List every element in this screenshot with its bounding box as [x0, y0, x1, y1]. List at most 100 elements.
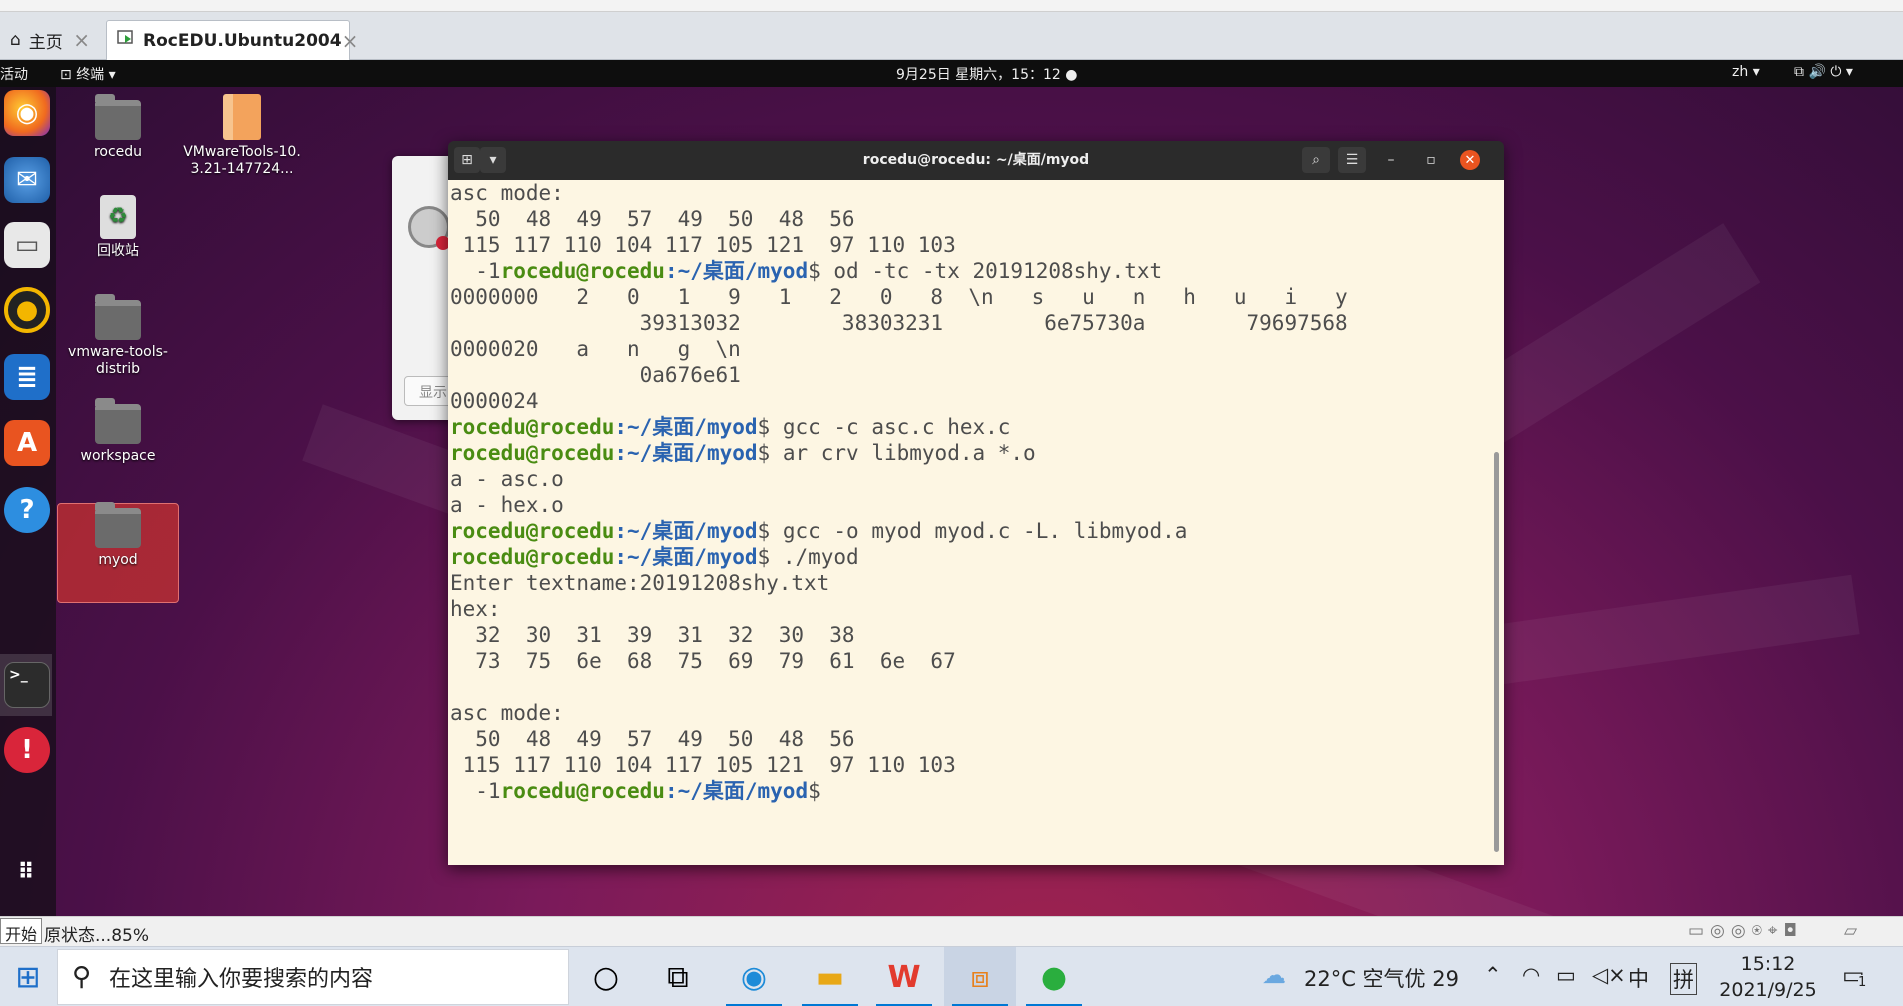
tab-home[interactable]: ⌂ 主页 ×: [0, 20, 100, 60]
system-menu[interactable]: ⧉ 🔊 ⏻ ▾: [1794, 64, 1853, 80]
terminal-output[interactable]: asc mode: 50 48 49 57 49 50 48 56 115 11…: [448, 180, 1504, 865]
firefox-icon[interactable]: ◉: [4, 90, 50, 136]
terminal-lines: asc mode: 50 48 49 57 49 50 48 56 115 11…: [450, 180, 1348, 804]
terminal-line: 115 117 110 104 117 105 121 97 110 103: [450, 753, 956, 777]
terminal-icon[interactable]: >_: [4, 662, 50, 708]
input-method-menu[interactable]: zh ▾: [1732, 64, 1760, 80]
hamburger-menu-button[interactable]: ☰: [1338, 147, 1366, 173]
terminal-line: 50 48 49 57 49 50 48 56: [450, 727, 855, 751]
message-icon[interactable]: ▱: [1844, 921, 1857, 941]
search-icon: ⌕: [1312, 152, 1320, 168]
dropdown-icon: ▾: [108, 67, 116, 83]
task-view-button[interactable]: ⧉: [642, 947, 714, 1006]
clock[interactable]: 9月25日 星期六，15：12 ●: [896, 64, 1077, 84]
search-button[interactable]: ⌕: [1302, 147, 1330, 173]
tab-home-label: 主页: [28, 32, 63, 53]
dropdown-icon: ▾: [1845, 64, 1853, 80]
battery-icon[interactable]: ▭: [1556, 963, 1576, 987]
terminal-scrollbar[interactable]: [1494, 452, 1499, 852]
clock-time: 15:12: [1740, 953, 1796, 975]
search-placeholder: 在这里输入你要搜索的内容: [109, 967, 374, 992]
terminal-line: 0000024: [450, 389, 539, 413]
prompt-path: :~/桌面/myod: [614, 519, 758, 543]
terminal-line: a - asc.o: [450, 467, 564, 491]
terminal-line: rocedu@rocedu:~/桌面/myod$ gcc -o myod myo…: [450, 518, 1348, 544]
taskbar-clock[interactable]: 15:12 2021/9/25: [1708, 951, 1828, 1003]
taskbar-search-box[interactable]: ⚲ 在这里输入你要搜索的内容: [57, 949, 569, 1005]
cortana-button[interactable]: ○: [570, 947, 642, 1006]
weather-cloud-icon[interactable]: ☁: [1262, 961, 1286, 989]
start-tooltip: 开始: [0, 918, 43, 944]
minimize-button[interactable]: –: [1378, 147, 1404, 173]
close-icon[interactable]: ×: [342, 29, 359, 53]
volume-muted-icon[interactable]: ◁×: [1592, 963, 1626, 987]
app-grid-icon[interactable]: ⠿: [4, 849, 50, 895]
terminal-small-icon: ⊡: [60, 67, 72, 83]
notification-dot-icon: ●: [1065, 67, 1078, 83]
line-prefix: -1: [450, 779, 501, 803]
home-icon: ⌂: [10, 30, 21, 50]
wifi-icon[interactable]: ◠: [1522, 963, 1540, 987]
taskbar-wechat[interactable]: ●: [1018, 947, 1090, 1006]
desktop-icon-label: workspace: [80, 448, 156, 464]
prompt-user: rocedu@rocedu: [450, 415, 615, 439]
desktop-icon-workspace[interactable]: workspace: [58, 398, 178, 465]
desktop-icon-rocedu[interactable]: rocedu: [58, 94, 178, 161]
software-icon[interactable]: A: [4, 420, 50, 466]
desktop-icon-trash[interactable]: ♻ 回收站: [58, 195, 178, 260]
prompt-symbol: $: [808, 259, 821, 283]
rhythmbox-icon[interactable]: ●: [4, 287, 50, 333]
input-method-label: zh: [1732, 64, 1749, 80]
tab-rocedu-ubuntu[interactable]: RocEDU.Ubuntu2004 ×: [106, 20, 358, 60]
taskbar-wps[interactable]: W: [868, 947, 940, 1006]
error-report-icon[interactable]: !: [4, 727, 50, 773]
wechat-icon: ●: [1040, 959, 1068, 995]
help-icon[interactable]: ?: [4, 487, 50, 533]
weather-text[interactable]: 22°C 空气优 29: [1304, 963, 1459, 993]
close-icon: ✕: [1464, 152, 1476, 168]
maximize-icon: ▫: [1426, 152, 1436, 168]
taskbar-vmware[interactable]: ⧈: [944, 947, 1016, 1006]
menu-icon: ☰: [1345, 152, 1359, 168]
files-icon[interactable]: ▭: [4, 222, 50, 268]
desktop-icon-vmware-tools-distrib[interactable]: vmware-tools-distrib: [58, 294, 178, 378]
desktop-icon-myod[interactable]: myod: [58, 502, 178, 569]
close-button[interactable]: ✕: [1460, 150, 1480, 170]
close-icon[interactable]: ×: [73, 28, 90, 52]
task-view-icon: ⧉: [667, 959, 689, 995]
command-text: gcc -o myod myod.c -L. libmyod.a: [770, 519, 1188, 543]
tab-vm-label: RocEDU.Ubuntu2004: [143, 30, 342, 51]
terminal-line: 0a676e61: [450, 363, 741, 387]
writer-icon[interactable]: ≣: [4, 354, 50, 400]
vmware-status-bar: 开始 原状态...85% ▭◎◎⍟⌖◘ ▱: [0, 916, 1903, 946]
taskbar-file-explorer[interactable]: ▬: [794, 947, 866, 1006]
prompt-symbol: $: [808, 779, 821, 803]
chevron-up-icon[interactable]: ⌃: [1484, 963, 1502, 987]
cortana-icon: ○: [592, 959, 620, 995]
folder-icon: ▬: [815, 959, 845, 995]
app-menu-label: 终端: [76, 67, 105, 83]
prompt-path: :~/桌面/myod: [664, 259, 809, 283]
prompt-symbol: $: [757, 519, 771, 543]
action-center-button[interactable]: ▭ 1: [1842, 961, 1867, 990]
app-menu[interactable]: ⊡ 终端 ▾: [60, 64, 116, 84]
ime-mode[interactable]: 拼: [1670, 963, 1697, 995]
activities-button[interactable]: 活动: [0, 64, 28, 84]
folder-icon: [95, 294, 141, 340]
gnome-top-bar: 活动 ⊡ 终端 ▾ 9月25日 星期六，15：12 ● zh ▾ ⧉ 🔊 ⏻ ▾: [0, 60, 1903, 87]
terminal-line: 50 48 49 57 49 50 48 56: [450, 207, 855, 231]
device-status-icons[interactable]: ▭◎◎⍟⌖◘: [1688, 921, 1803, 941]
prompt-user: rocedu@rocedu: [450, 441, 615, 465]
ime-language[interactable]: 中: [1628, 963, 1649, 993]
desktop-icon-label: vmware-tools-distrib: [68, 344, 168, 377]
volume-icon: 🔊: [1808, 64, 1826, 80]
thunderbird-icon[interactable]: ✉: [4, 157, 50, 203]
taskbar-edge[interactable]: ◉: [718, 947, 790, 1006]
desktop-icon-vmwaretools[interactable]: VMwareTools-10.3.21-147724...: [180, 94, 304, 178]
terminal-line: hex:: [450, 597, 501, 621]
windows-start-button[interactable]: ⊞: [0, 947, 56, 1006]
wps-icon: W: [887, 959, 921, 995]
prompt-symbol: $: [757, 415, 771, 439]
maximize-button[interactable]: ▫: [1418, 147, 1444, 173]
vmware-tab-bar: ⌂ 主页 × RocEDU.Ubuntu2004 ×: [0, 12, 1903, 60]
